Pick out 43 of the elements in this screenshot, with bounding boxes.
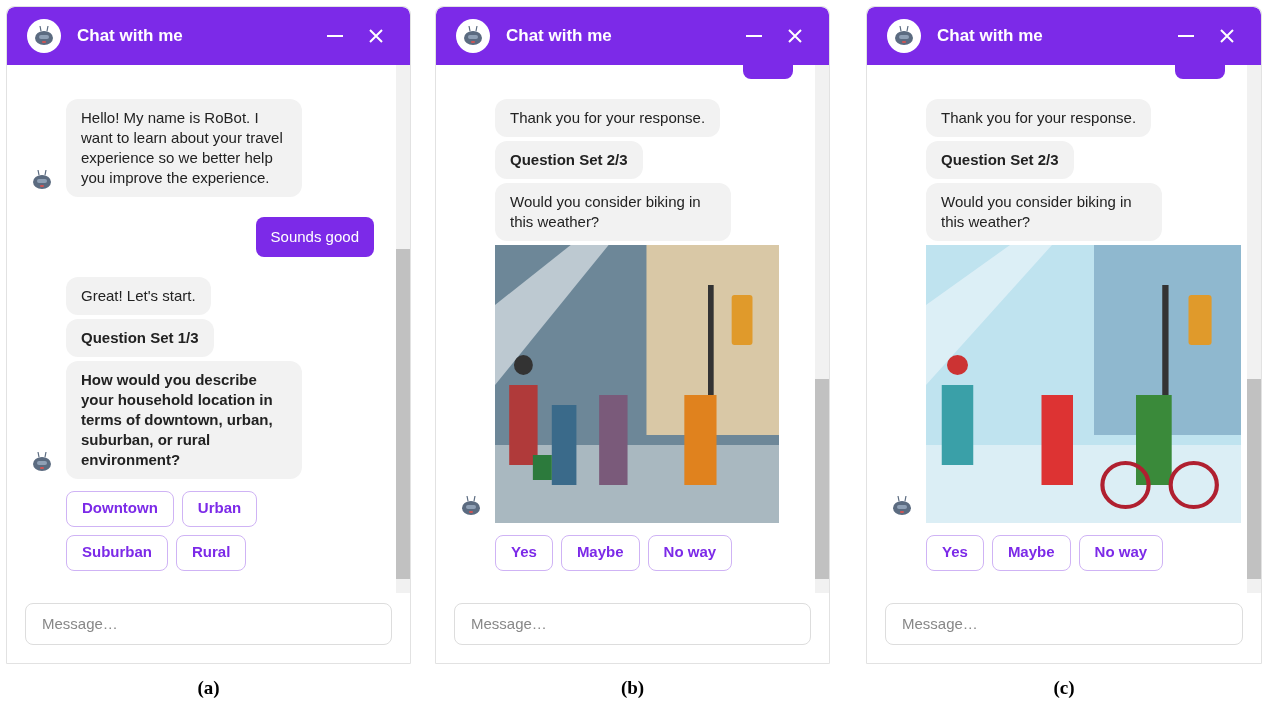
- bot-message: Thank you for your response.: [495, 98, 721, 137]
- choice-button[interactable]: Urban: [181, 490, 258, 527]
- choice-button[interactable]: Rural: [176, 534, 247, 571]
- close-icon[interactable]: [368, 28, 384, 44]
- choice-button[interactable]: Yes: [495, 534, 553, 571]
- figure-caption: (b): [620, 675, 645, 700]
- bot-avatar-icon: [892, 494, 912, 517]
- bot-message: Question Set 2/3: [926, 140, 1074, 179]
- choice-button[interactable]: Maybe: [991, 534, 1071, 571]
- bot-avatar-icon: [32, 168, 52, 191]
- close-icon[interactable]: [787, 28, 803, 44]
- figure-caption: (c): [1053, 675, 1075, 700]
- bot-message: Thank you for your response.: [926, 98, 1152, 137]
- bot-message: How would you describe your household location in terms of downtown, urban, suburban, or rural environment?: [66, 360, 302, 479]
- bot-message: Hello! My name is RoBot. I want to learn about your travel experience so we better help you improve the experience.: [66, 98, 302, 197]
- scrollbar[interactable]: [815, 65, 829, 593]
- bot-message: Would you consider biking in this weather?: [495, 182, 731, 241]
- close-icon[interactable]: [1219, 28, 1235, 44]
- figure-caption: (a): [197, 675, 220, 700]
- scrollbar[interactable]: [1247, 65, 1261, 593]
- choice-button[interactable]: Downtown: [66, 490, 174, 527]
- bot-message: Question Set 1/3: [66, 318, 214, 357]
- bot-message: Great! Let's start.: [66, 276, 211, 315]
- choice-button[interactable]: No way: [647, 534, 733, 571]
- choice-button[interactable]: Maybe: [560, 534, 640, 571]
- message-input[interactable]: Message…: [25, 602, 392, 645]
- chat-title: Chat with me: [77, 25, 184, 48]
- bot-message: Question Set 2/3: [495, 140, 643, 179]
- choice-button[interactable]: No way: [1078, 534, 1164, 571]
- bot-avatar-icon: [461, 494, 481, 517]
- robot-icon: [893, 25, 915, 47]
- robot-icon: [462, 25, 484, 47]
- choice-button[interactable]: Yes: [926, 534, 984, 571]
- message-input[interactable]: Message…: [885, 602, 1243, 645]
- bot-message: Would you consider biking in this weather?: [926, 182, 1162, 241]
- user-message: Sounds good: [255, 216, 374, 257]
- chat-title: Chat with me: [506, 25, 613, 48]
- robot-icon: [33, 25, 55, 47]
- chat-title: Chat with me: [937, 25, 1044, 48]
- choice-button[interactable]: Suburban: [66, 534, 168, 571]
- scrollbar[interactable]: [396, 65, 410, 593]
- bot-avatar-icon: [32, 450, 52, 473]
- message-input[interactable]: Message…: [454, 602, 811, 645]
